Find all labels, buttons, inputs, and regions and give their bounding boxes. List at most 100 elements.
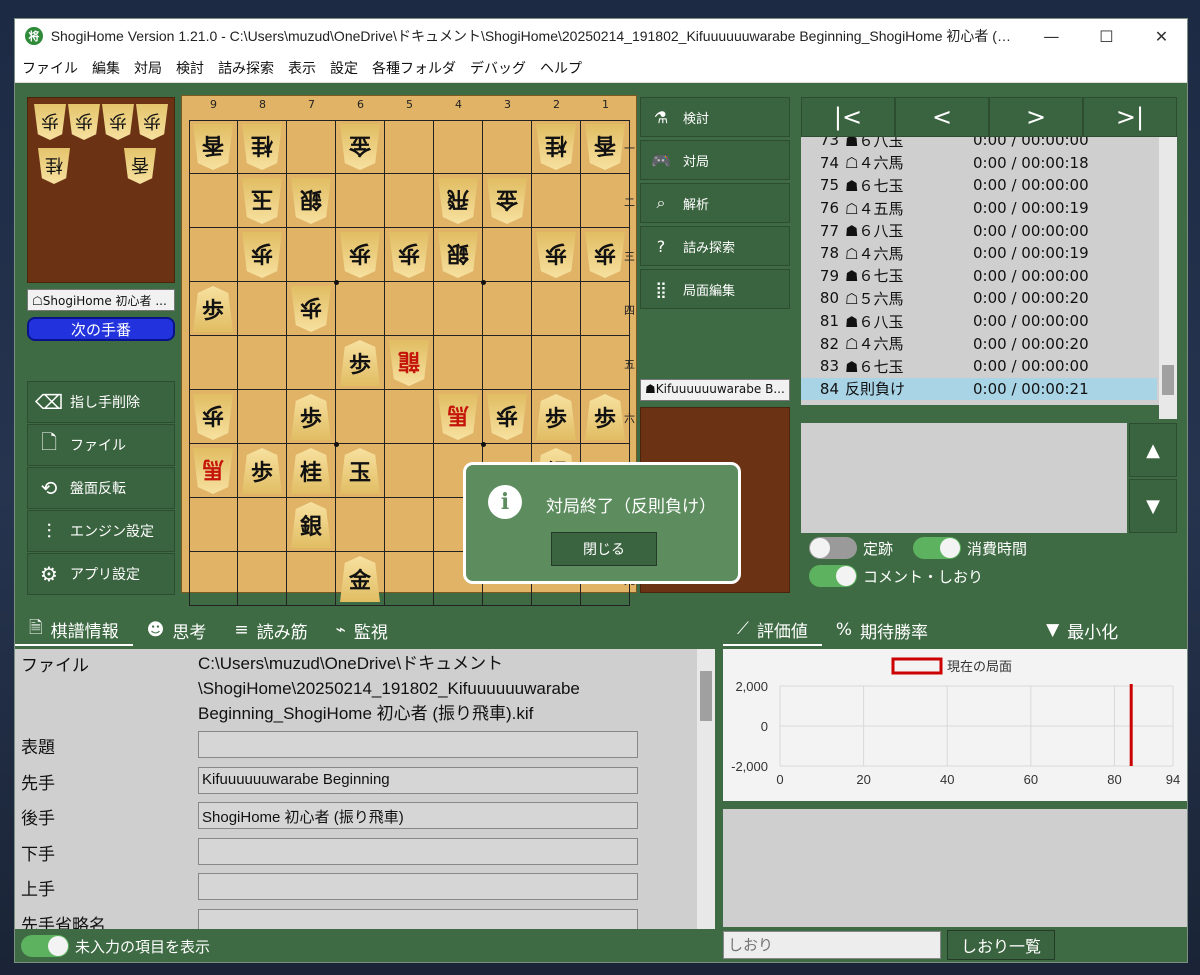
record-list[interactable]: 73 ☗６八玉 0:00 / 00:00:00 74 ☖４六馬 0:00 / 00:00:…: [801, 137, 1173, 405]
board-cell[interactable]: [238, 282, 287, 336]
record-row[interactable]: 82 ☖４六馬 0:00 / 00:00:20: [801, 332, 1157, 355]
hand-piece[interactable]: 香: [124, 148, 156, 184]
hand-piece[interactable]: 歩: [34, 104, 66, 140]
board-cell[interactable]: [189, 174, 238, 228]
info-field-input[interactable]: [198, 731, 638, 758]
show-empty-toggle[interactable]: [21, 935, 69, 957]
toggle-switch[interactable]: [913, 537, 961, 559]
toggle-switch[interactable]: [809, 537, 857, 559]
record-row[interactable]: 74 ☖４六馬 0:00 / 00:00:18: [801, 152, 1157, 175]
board-piece[interactable]: 桂: [536, 124, 576, 170]
info-field-input[interactable]: [198, 908, 638, 929]
comment-textarea[interactable]: [801, 423, 1127, 533]
board-cell[interactable]: [287, 120, 336, 174]
board-cell[interactable]: [336, 174, 385, 228]
chart-tab[interactable]: % 期待勝率: [822, 614, 942, 646]
board-cell[interactable]: [336, 390, 385, 444]
minimize-button[interactable]: —: [1024, 19, 1079, 53]
board-piece[interactable]: 歩: [242, 448, 282, 494]
board-piece[interactable]: 歩: [242, 232, 282, 278]
menu-item[interactable]: デバッグ: [463, 58, 533, 78]
board-cell[interactable]: [532, 282, 581, 336]
prev-move-button[interactable]: <: [895, 97, 989, 137]
info-tab[interactable]: ≡ 読み筋: [220, 614, 321, 646]
move-up-button[interactable]: ▲: [1129, 423, 1177, 477]
board-piece[interactable]: 龍: [389, 340, 429, 386]
side-button[interactable]: ⫶ エンジン設定: [27, 510, 175, 552]
board-cell[interactable]: [385, 390, 434, 444]
board-cell[interactable]: [434, 336, 483, 390]
board-piece[interactable]: 玉: [242, 178, 282, 224]
info-tab[interactable]: ☻ 思考: [133, 614, 221, 646]
board-cell[interactable]: [336, 282, 385, 336]
operation-button[interactable]: ⌕ 解析: [640, 183, 790, 223]
info-scroll-thumb[interactable]: [700, 671, 712, 721]
board-piece[interactable]: 香: [193, 124, 233, 170]
info-scrollbar[interactable]: [697, 649, 715, 929]
board-cell[interactable]: [238, 498, 287, 552]
board-piece[interactable]: 歩: [193, 286, 233, 332]
hand-piece[interactable]: 歩: [136, 104, 168, 140]
board-cell[interactable]: [385, 498, 434, 552]
menu-item[interactable]: ヘルプ: [533, 58, 589, 78]
board-piece[interactable]: 銀: [291, 502, 331, 548]
gote-hand[interactable]: 歩歩歩歩桂香: [27, 97, 175, 283]
board-piece[interactable]: 馬: [193, 448, 233, 494]
board-piece[interactable]: 歩: [193, 394, 233, 440]
board-cell[interactable]: [385, 444, 434, 498]
board-piece[interactable]: 金: [340, 124, 380, 170]
board-cell[interactable]: [532, 174, 581, 228]
board-cell[interactable]: [189, 336, 238, 390]
board-piece[interactable]: 馬: [438, 394, 478, 440]
hand-piece[interactable]: 歩: [68, 104, 100, 140]
operation-button[interactable]: ? 詰み探索: [640, 226, 790, 266]
board-cell[interactable]: [336, 498, 385, 552]
info-tab[interactable]: 🗎 棋譜情報: [15, 614, 133, 646]
record-scrollbar[interactable]: [1159, 137, 1177, 419]
side-button[interactable]: ⚙ アプリ設定: [27, 553, 175, 595]
board-piece[interactable]: 歩: [536, 394, 576, 440]
last-move-button[interactable]: >|: [1083, 97, 1177, 137]
board-cell[interactable]: [581, 336, 630, 390]
board-piece[interactable]: 歩: [585, 394, 625, 440]
info-field-input[interactable]: Kifuuuuuuwarabe Beginning: [198, 766, 638, 794]
record-row[interactable]: 81 ☗６八玉 0:00 / 00:00:00: [801, 310, 1157, 333]
info-field-input[interactable]: [198, 837, 638, 865]
side-button[interactable]: ⌫ 指し手削除: [27, 381, 175, 423]
record-row[interactable]: 83 ☗６七玉 0:00 / 00:00:00: [801, 355, 1157, 378]
bookmark-list-button[interactable]: しおり一覧: [947, 930, 1055, 960]
info-tab[interactable]: ⌁ 監視: [322, 614, 402, 646]
record-row[interactable]: 80 ☖５六馬 0:00 / 00:00:20: [801, 287, 1157, 310]
menu-item[interactable]: 各種フォルダ: [365, 58, 463, 78]
board-piece[interactable]: 歩: [536, 232, 576, 278]
operation-button[interactable]: ⣿ 局面編集: [640, 269, 790, 309]
board-cell[interactable]: [385, 120, 434, 174]
operation-button[interactable]: 🎮 対局: [640, 140, 790, 180]
board-cell[interactable]: [287, 552, 336, 606]
board-cell[interactable]: [434, 120, 483, 174]
board-piece[interactable]: 玉: [340, 448, 380, 494]
menu-item[interactable]: 詰み探索: [211, 58, 281, 78]
side-button[interactable]: ⟲ 盤面反転: [27, 467, 175, 509]
menu-item[interactable]: 対局: [127, 58, 169, 78]
toggle-switch[interactable]: [809, 565, 857, 587]
board-cell[interactable]: [287, 336, 336, 390]
board-cell[interactable]: [189, 228, 238, 282]
board-cell[interactable]: [483, 228, 532, 282]
close-window-button[interactable]: ✕: [1134, 19, 1187, 53]
board-piece[interactable]: 金: [487, 178, 527, 224]
hand-piece[interactable]: 歩: [102, 104, 134, 140]
info-field-input[interactable]: [198, 873, 638, 900]
board-piece[interactable]: 香: [585, 124, 625, 170]
board-piece[interactable]: 桂: [242, 124, 282, 170]
board-cell[interactable]: [238, 390, 287, 444]
board-piece[interactable]: 歩: [340, 340, 380, 386]
board-cell[interactable]: [581, 174, 630, 228]
board-piece[interactable]: 飛: [438, 178, 478, 224]
board-cell[interactable]: [287, 228, 336, 282]
board-cell[interactable]: [238, 336, 287, 390]
bookmark-input[interactable]: [723, 931, 941, 959]
board-cell[interactable]: [581, 282, 630, 336]
side-button[interactable]: 🗋 ファイル: [27, 424, 175, 466]
board-cell[interactable]: [385, 282, 434, 336]
